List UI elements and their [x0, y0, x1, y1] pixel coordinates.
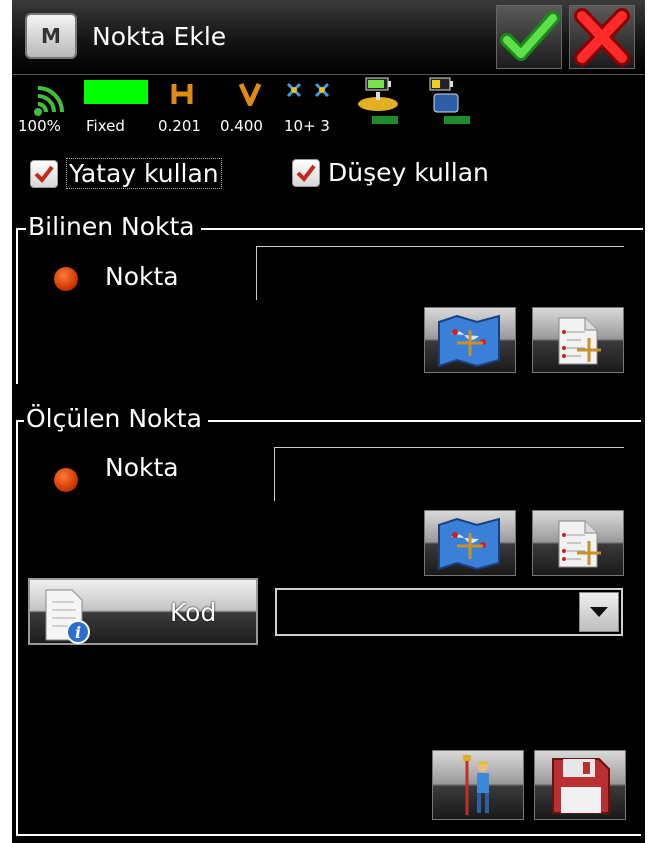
- code-button-label: Kod: [170, 598, 217, 627]
- known-point-status-icon: [54, 267, 78, 291]
- h-value: 0.201: [158, 117, 201, 135]
- m-logo-icon: M: [41, 24, 61, 48]
- vertical-label: Düşey kullan: [328, 158, 489, 187]
- save-disk-icon: [552, 758, 610, 814]
- page-title: Nokta Ekle: [92, 22, 227, 51]
- measured-point-group: Ölçülen Nokta: [16, 404, 641, 433]
- left-border: [16, 420, 18, 836]
- measured-point-map-button[interactable]: [424, 510, 516, 576]
- document-info-icon: i: [45, 589, 90, 644]
- measured-point-status-icon: [54, 468, 78, 492]
- known-point-input[interactable]: [256, 246, 624, 300]
- point-list-icon: [558, 520, 601, 568]
- measured-point-input[interactable]: [274, 447, 624, 501]
- known-point-title: Bilinen Nokta: [26, 212, 201, 241]
- checkmark-icon: [34, 165, 54, 183]
- menu-button[interactable]: M: [25, 13, 77, 59]
- measured-point-list-button[interactable]: [532, 510, 624, 576]
- cancel-button[interactable]: [569, 5, 635, 69]
- horizontal-label: Yatay kullan: [66, 158, 222, 189]
- v-precision-icon: [238, 82, 262, 106]
- known-point-map-button[interactable]: [424, 307, 516, 373]
- known-point-label: Nokta: [105, 262, 179, 291]
- vertical-check-box[interactable]: [292, 158, 320, 187]
- h-precision-icon: [171, 84, 193, 104]
- horizontal-checkbox[interactable]: Yatay kullan: [30, 158, 222, 189]
- signal-value: 100%: [18, 117, 61, 135]
- bottom-border: [16, 834, 641, 836]
- code-button[interactable]: i Kod: [28, 578, 258, 645]
- signal-icon: [34, 86, 64, 116]
- solution-value: Fixed: [86, 117, 125, 135]
- map-icon: [438, 517, 500, 571]
- save-button[interactable]: [534, 750, 626, 820]
- horizontal-check-box[interactable]: [30, 159, 58, 188]
- solution-indicator: [84, 80, 148, 104]
- checkmark-icon: [296, 164, 316, 182]
- controller-battery-icon: [429, 77, 470, 124]
- survey-button[interactable]: [432, 750, 524, 820]
- status-bar: [12, 76, 645, 146]
- chevron-down-icon[interactable]: [579, 592, 619, 632]
- point-list-icon: [558, 317, 601, 365]
- map-icon: [438, 314, 500, 368]
- survey-pole-icon: [463, 755, 489, 815]
- close-x-icon: [574, 8, 630, 66]
- vertical-checkbox[interactable]: Düşey kullan: [292, 158, 489, 187]
- ok-button[interactable]: [496, 5, 562, 69]
- measured-point-title: Ölçülen Nokta: [24, 404, 208, 433]
- satellite-icon: [286, 82, 330, 98]
- known-point-list-button[interactable]: [532, 307, 624, 373]
- code-dropdown[interactable]: [275, 588, 623, 636]
- v-value: 0.400: [220, 117, 263, 135]
- measured-point-label: Nokta: [105, 453, 179, 482]
- receiver-battery-icon: [358, 77, 398, 124]
- checkmark-icon: [500, 11, 560, 61]
- svg-text:i: i: [75, 623, 81, 642]
- app-window: M Nokta Ekle 100% Fixed 0.201 0.400 10+ …: [12, 0, 645, 843]
- title-bar: M Nokta Ekle: [12, 0, 645, 75]
- satellite-count: 10+ 3: [284, 117, 330, 135]
